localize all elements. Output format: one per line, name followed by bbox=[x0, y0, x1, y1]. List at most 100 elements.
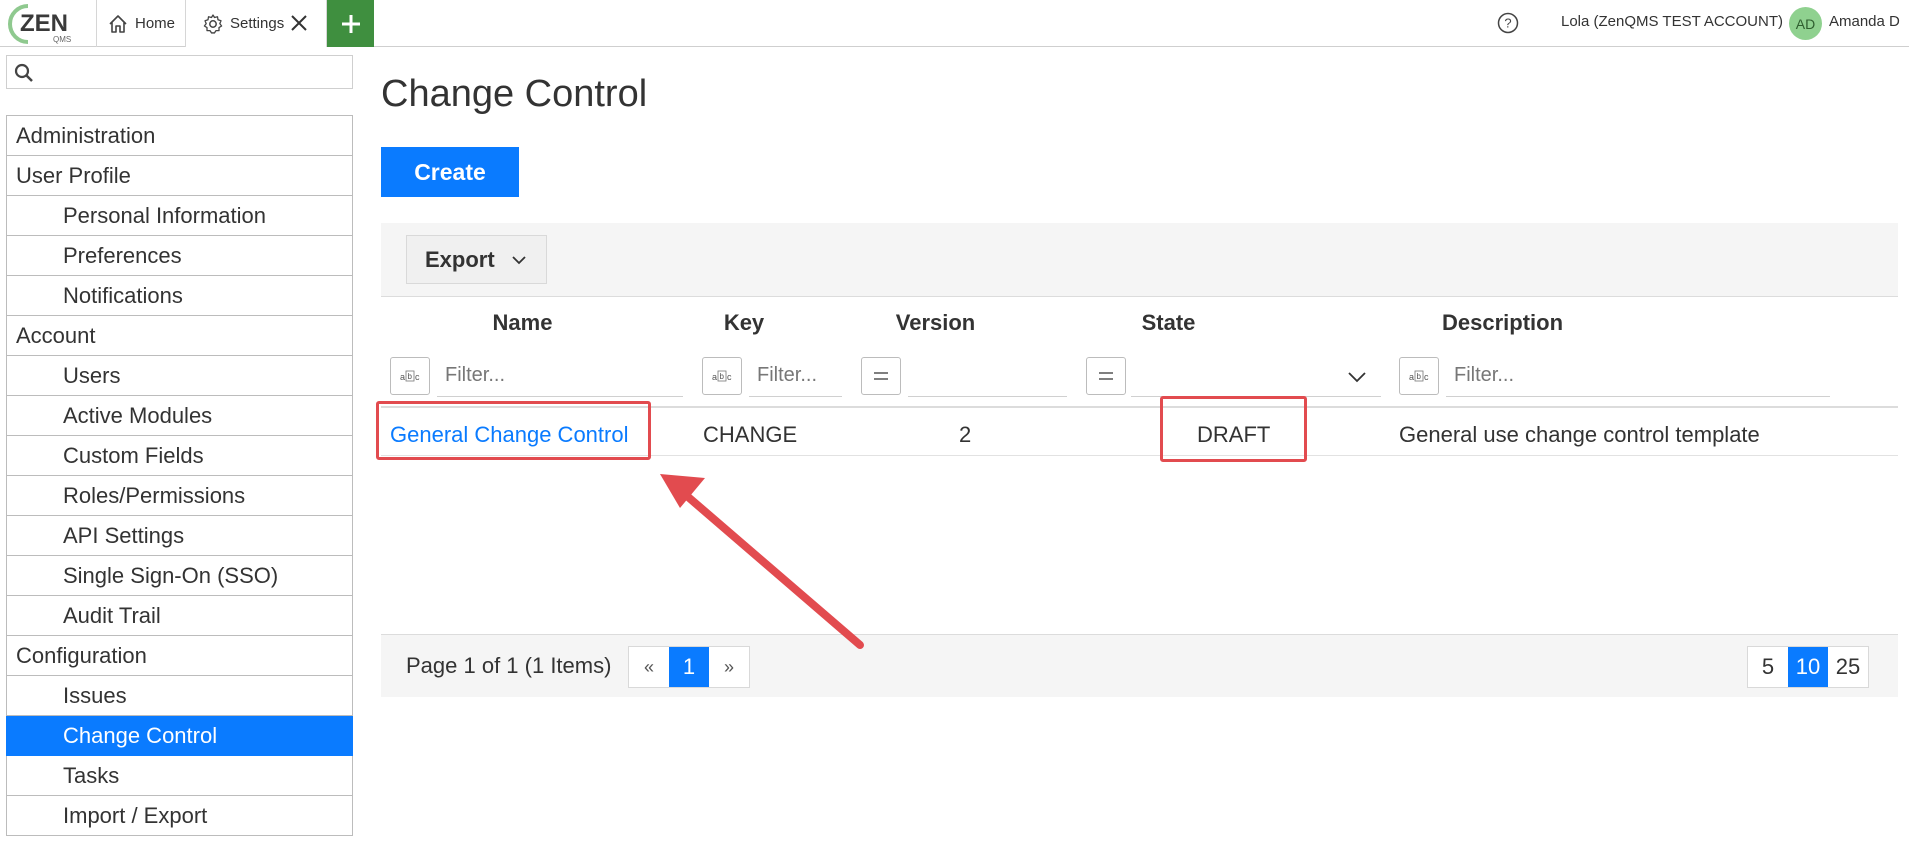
annotation-box-state bbox=[1160, 396, 1307, 462]
sidebar-item-label: Users bbox=[63, 362, 121, 388]
sidebar-item-import-export[interactable]: Import / Export bbox=[6, 796, 353, 836]
account-name[interactable]: Lola (ZenQMS TEST ACCOUNT) bbox=[1561, 13, 1783, 30]
text-filter-icon: a b c bbox=[1409, 370, 1429, 382]
user-name[interactable]: Amanda D bbox=[1829, 13, 1900, 30]
tab-home[interactable]: Home bbox=[96, 0, 185, 47]
sidebar-item-label: Custom Fields bbox=[63, 442, 204, 468]
gear-icon bbox=[203, 13, 223, 34]
grid-toolbar: Export bbox=[381, 223, 1898, 297]
sidebar-item-notifications[interactable]: Notifications bbox=[6, 276, 353, 316]
sidebar-item-label: Account bbox=[16, 322, 96, 348]
row-key: CHANGE bbox=[703, 422, 798, 447]
sidebar-item-label: API Settings bbox=[63, 522, 185, 548]
tab-settings[interactable]: Settings bbox=[185, 0, 327, 47]
key-filter-mode-button[interactable]: a b c bbox=[702, 357, 742, 395]
sidebar-item-label: Change Control bbox=[63, 722, 218, 748]
sidebar-item-audit-trail[interactable]: Audit Trail bbox=[6, 596, 353, 636]
create-button[interactable]: Create bbox=[381, 147, 519, 197]
equals-icon bbox=[874, 372, 888, 380]
sidebar-item-label: Tasks bbox=[63, 762, 120, 788]
avatar[interactable]: AD bbox=[1789, 7, 1822, 40]
svg-text:?: ? bbox=[1504, 16, 1511, 31]
sidebar-item-api-settings[interactable]: API Settings bbox=[6, 516, 353, 556]
row-description: General use change control template bbox=[1399, 422, 1760, 447]
close-icon[interactable] bbox=[288, 12, 310, 34]
svg-text:a: a bbox=[400, 372, 405, 382]
version-filter-input[interactable] bbox=[908, 355, 1067, 397]
sidebar-item-label: Import / Export bbox=[63, 802, 208, 828]
page-size-25[interactable]: 25 bbox=[1828, 647, 1868, 687]
column-header-description[interactable]: Description bbox=[1290, 298, 1715, 348]
sidebar-item-label: Issues bbox=[63, 682, 127, 708]
sidebar-item-custom-fields[interactable]: Custom Fields bbox=[6, 436, 353, 476]
state-filter-select[interactable] bbox=[1131, 355, 1381, 397]
pager-nav: « 1 » bbox=[628, 646, 750, 688]
sidebar-item-preferences[interactable]: Preferences bbox=[6, 236, 353, 276]
svg-text:b: b bbox=[720, 372, 725, 381]
svg-text:QMS: QMS bbox=[53, 35, 71, 44]
state-filter-mode-button[interactable] bbox=[1086, 357, 1126, 395]
sidebar-item-label: Preferences bbox=[63, 242, 182, 268]
sidebar-item-label: Notifications bbox=[63, 282, 183, 308]
svg-text:a: a bbox=[712, 372, 717, 382]
annotation-box-name bbox=[376, 401, 651, 460]
chevron-down-icon bbox=[1348, 372, 1366, 383]
sidebar-item-users[interactable]: Users bbox=[6, 356, 353, 396]
sidebar-item-label: Active Modules bbox=[63, 402, 213, 428]
column-header-name[interactable]: Name bbox=[381, 298, 664, 348]
svg-text:c: c bbox=[727, 372, 732, 382]
sidebar-item-tasks[interactable]: Tasks bbox=[6, 756, 353, 796]
sidebar-item-configuration[interactable]: Configuration bbox=[6, 636, 353, 676]
key-filter-input[interactable] bbox=[749, 355, 842, 397]
export-label: Export bbox=[425, 246, 495, 272]
sidebar-item-account[interactable]: Account bbox=[6, 316, 353, 356]
sidebar-item-label: Configuration bbox=[16, 642, 147, 668]
page-title: Change Control bbox=[381, 73, 648, 115]
version-filter-mode-button[interactable] bbox=[861, 357, 901, 395]
change-control-grid: Export Name Key Version State Descriptio… bbox=[381, 223, 1898, 697]
sidebar-menu: Administration User Profile Personal Inf… bbox=[6, 115, 353, 836]
svg-text:b: b bbox=[408, 372, 413, 381]
column-header-version[interactable]: Version bbox=[824, 298, 1047, 348]
page-size-10[interactable]: 10 bbox=[1788, 647, 1828, 687]
add-tab-button[interactable] bbox=[327, 0, 374, 47]
svg-text:a: a bbox=[1409, 372, 1414, 382]
home-icon bbox=[109, 14, 127, 33]
sidebar-item-roles-permissions[interactable]: Roles/Permissions bbox=[6, 476, 353, 516]
sidebar-item-active-modules[interactable]: Active Modules bbox=[6, 396, 353, 436]
sidebar-item-administration[interactable]: Administration bbox=[6, 116, 353, 156]
grid-header-row: Name Key Version State Description bbox=[381, 298, 1898, 348]
svg-text:ZEN: ZEN bbox=[20, 10, 68, 37]
name-filter-input[interactable] bbox=[437, 355, 683, 397]
search-icon bbox=[14, 63, 33, 82]
sidebar-item-personal-information[interactable]: Personal Information bbox=[6, 196, 353, 236]
chevron-down-icon bbox=[512, 255, 526, 264]
search-input[interactable] bbox=[43, 60, 343, 84]
sidebar-item-change-control[interactable]: Change Control bbox=[6, 716, 353, 756]
pager-prev-button[interactable]: « bbox=[629, 647, 669, 687]
description-filter-input[interactable] bbox=[1446, 355, 1830, 397]
description-filter-mode-button[interactable]: a b c bbox=[1399, 357, 1439, 395]
column-header-state[interactable]: State bbox=[1047, 298, 1290, 348]
sidebar-item-label: Single Sign-On (SSO) bbox=[63, 562, 279, 588]
sidebar-item-label: Personal Information bbox=[63, 202, 266, 228]
top-bar: ZEN QMS Home Settings ? Lola (ZenQMS TES… bbox=[0, 0, 1909, 47]
zenqms-logo[interactable]: ZEN QMS bbox=[6, 2, 78, 44]
column-header-key[interactable]: Key bbox=[664, 298, 824, 348]
export-button[interactable]: Export bbox=[406, 235, 547, 284]
pager-page-button[interactable]: 1 bbox=[669, 647, 709, 687]
sidebar-item-sso[interactable]: Single Sign-On (SSO) bbox=[6, 556, 353, 596]
text-filter-icon: a b c bbox=[712, 370, 732, 382]
sidebar-item-user-profile[interactable]: User Profile bbox=[6, 156, 353, 196]
pager-next-button[interactable]: » bbox=[709, 647, 749, 687]
page-size-5[interactable]: 5 bbox=[1748, 647, 1788, 687]
help-icon[interactable]: ? bbox=[1496, 11, 1520, 35]
sidebar-item-label: User Profile bbox=[16, 162, 131, 188]
sidebar-item-label: Administration bbox=[16, 122, 156, 148]
sidebar-item-issues[interactable]: Issues bbox=[6, 676, 353, 716]
page-size-selector: 5 10 25 bbox=[1747, 646, 1869, 688]
pager-info: Page 1 of 1 (1 Items) bbox=[406, 653, 612, 678]
equals-icon bbox=[1099, 372, 1113, 380]
svg-text:b: b bbox=[1417, 372, 1422, 381]
name-filter-mode-button[interactable]: a b c bbox=[390, 357, 430, 395]
